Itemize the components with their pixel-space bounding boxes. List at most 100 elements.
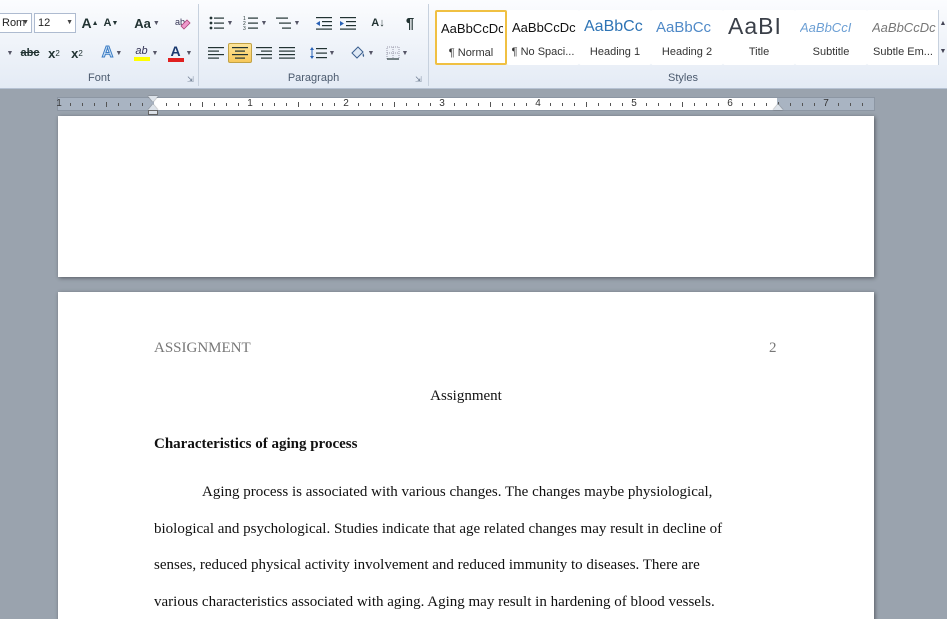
font-color-button[interactable]: A ▼	[165, 43, 195, 63]
borders-icon	[386, 46, 400, 60]
ruler-tick	[166, 103, 167, 106]
styles-gallery-scroll[interactable]: ▲ ▼	[938, 10, 947, 65]
change-case-button[interactable]: Aa ▼	[132, 13, 162, 33]
horizontal-ruler[interactable]: 1 1 2 3 4 5 6 7	[56, 97, 875, 111]
style-heading-2[interactable]: AaBbCc Heading 2	[651, 10, 723, 65]
ruler-tick	[418, 103, 419, 106]
chevron-down-icon[interactable]: ▼	[940, 48, 947, 55]
ruler-tick	[430, 103, 431, 106]
strikethrough-button[interactable]: abc	[18, 43, 42, 63]
ruler-tick	[862, 103, 863, 106]
style-sample: AaBbCcDc	[512, 20, 576, 35]
style-name: ¶ Normal	[448, 47, 494, 59]
align-right-button[interactable]	[253, 43, 275, 63]
document-page-2[interactable]: ASSIGNMENT 2 Assignment Characteristics …	[58, 292, 874, 619]
ruler-tick	[358, 103, 359, 106]
text-effects-icon: A	[101, 44, 114, 62]
shrink-font-icon: A	[103, 17, 112, 29]
ruler-tick	[226, 103, 227, 106]
ruler-tick	[598, 103, 599, 106]
line-spacing-button[interactable]: ▼	[307, 43, 337, 63]
ruler-tick	[298, 102, 299, 107]
ruler-tick	[106, 102, 107, 107]
align-left-button[interactable]	[205, 43, 227, 63]
clear-formatting-button[interactable]: ab	[172, 13, 194, 33]
ruler-tick	[502, 103, 503, 106]
numbering-button[interactable]: 1 2 3 ▼	[240, 13, 270, 33]
show-formatting-button[interactable]: ¶	[399, 13, 421, 33]
style-subtle-emphasis[interactable]: AaBbCcDc Subtle Em...	[867, 10, 939, 65]
font-size-box[interactable]: 12 ▼	[34, 13, 76, 33]
style-subtitle[interactable]: AaBbCcI Subtitle	[795, 10, 867, 65]
ruler-tick	[466, 103, 467, 106]
chevron-down-icon[interactable]: ▼	[4, 43, 14, 63]
style-title[interactable]: AaBI Title	[723, 10, 795, 65]
style-no-spacing[interactable]: AaBbCcDc ¶ No Spaci...	[507, 10, 579, 65]
style-heading-1[interactable]: AaBbCc Heading 1	[579, 10, 651, 65]
superscript-button[interactable]: x2	[67, 43, 87, 63]
ruler-tick	[190, 103, 191, 106]
justify-button[interactable]	[276, 43, 298, 63]
numbering-icon: 1 2 3	[243, 16, 258, 30]
font-name-box[interactable]: Rom ▼	[0, 13, 32, 33]
multilevel-list-button[interactable]: ▼	[274, 13, 302, 33]
ruler-tick	[334, 103, 335, 106]
increase-indent-button[interactable]	[337, 13, 359, 33]
ruler-tick	[526, 103, 527, 106]
ruler-tick	[382, 103, 383, 106]
shading-button[interactable]: ▼	[347, 43, 377, 63]
ruler-tick	[706, 103, 707, 106]
document-title: Assignment	[430, 388, 502, 404]
ruler-tick	[754, 103, 755, 106]
ruler-tick	[550, 103, 551, 106]
font-size-value: 12	[38, 17, 51, 29]
style-normal[interactable]: AaBbCcDc ¶ Normal	[435, 10, 507, 65]
ruler-tick	[814, 103, 815, 106]
page-header-text: ASSIGNMENT	[154, 340, 251, 356]
ruler-tick	[574, 103, 575, 106]
ruler-tick	[310, 103, 311, 106]
left-indent-marker[interactable]	[148, 110, 158, 115]
multilevel-list-icon	[275, 17, 291, 29]
font-group-label: Font	[87, 72, 110, 84]
ruler-tick	[682, 102, 683, 107]
style-name: Subtle Em...	[873, 46, 933, 58]
ruler-tick	[742, 103, 743, 106]
ruler-tick	[454, 103, 455, 106]
decrease-indent-button[interactable]	[313, 13, 335, 33]
sort-icon: A↓	[371, 17, 385, 29]
ruler-tick	[238, 103, 239, 106]
borders-button[interactable]: ▼	[382, 43, 412, 63]
bullets-button[interactable]: ▼	[206, 13, 236, 33]
ruler-tick	[130, 103, 131, 106]
ruler-number: 5	[631, 98, 637, 109]
paragraph-dialog-launcher-icon[interactable]: ⇲	[415, 75, 422, 84]
align-center-button[interactable]	[228, 43, 252, 63]
sort-button[interactable]: A↓	[367, 13, 389, 33]
ruler-tick	[646, 103, 647, 106]
ruler-tick	[394, 102, 395, 107]
text-effects-button[interactable]: A ▼	[98, 43, 126, 63]
ruler-tick	[514, 103, 515, 106]
shrink-font-button[interactable]: A ▼	[102, 13, 120, 33]
ruler-number: 6	[727, 98, 733, 109]
font-color-icon: A	[170, 42, 181, 59]
section-heading: Characteristics of aging process	[154, 436, 358, 452]
ruler-tick	[718, 103, 719, 106]
right-indent-marker[interactable]	[773, 104, 783, 110]
align-center-icon	[232, 47, 248, 59]
styles-group-label: Styles	[668, 72, 698, 84]
font-dialog-launcher-icon[interactable]: ⇲	[187, 75, 194, 84]
first-line-indent-marker[interactable]	[148, 96, 158, 102]
ruler-tick	[406, 103, 407, 106]
highlight-color-button[interactable]: ab ▼	[130, 43, 162, 63]
ruler-tick	[490, 102, 491, 107]
ruler-tick	[202, 102, 203, 107]
chevron-up-icon[interactable]: ▲	[940, 20, 947, 27]
highlight-swatch	[133, 56, 150, 61]
subscript-button[interactable]: x2	[44, 43, 64, 63]
document-page-1[interactable]	[58, 116, 874, 277]
grow-font-button[interactable]: A ▲	[80, 13, 100, 33]
ruler-number: 7	[823, 98, 829, 109]
paint-bucket-icon	[350, 46, 364, 59]
